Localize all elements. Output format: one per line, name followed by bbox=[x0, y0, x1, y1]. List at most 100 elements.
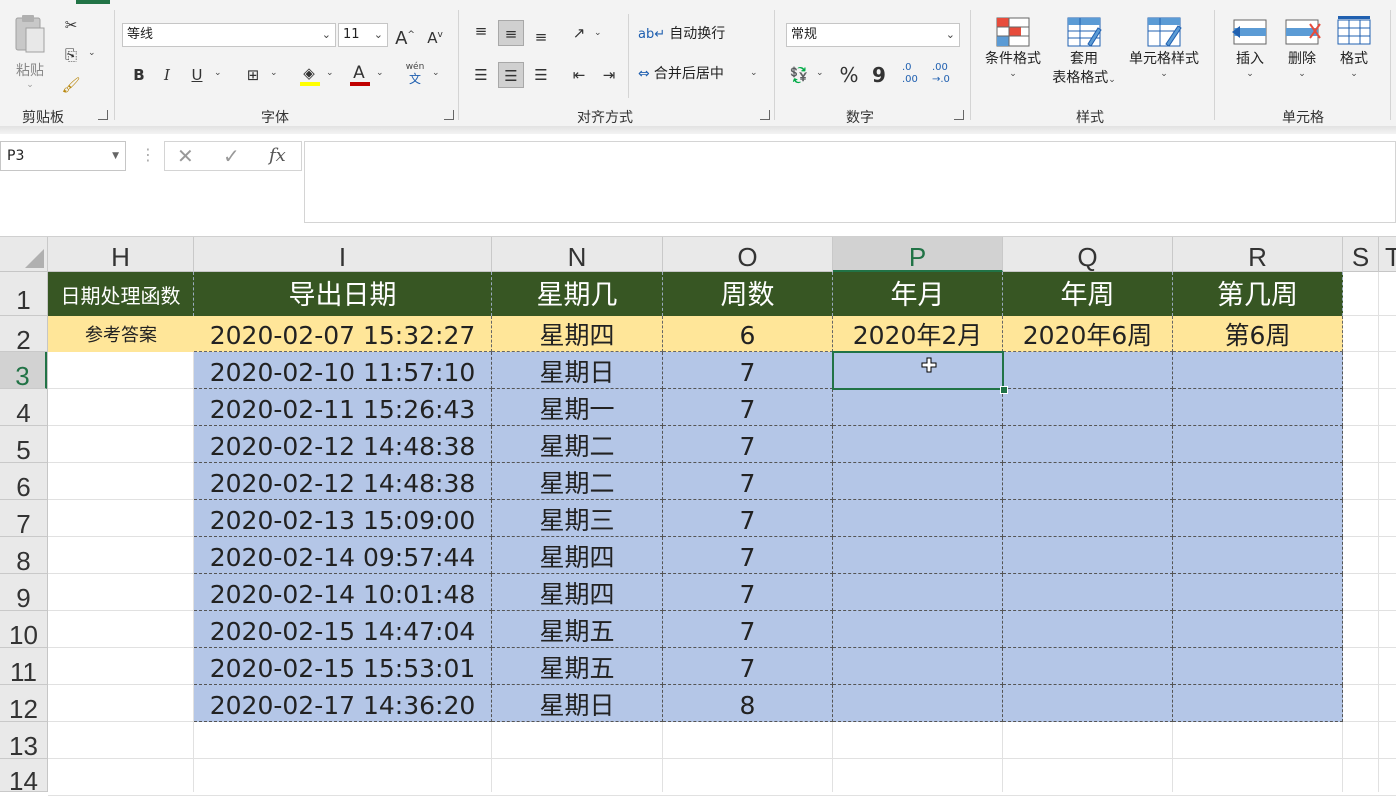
cell-N10[interactable]: 星期五 bbox=[492, 611, 663, 648]
formula-input[interactable] bbox=[304, 141, 1396, 223]
cell-I6[interactable]: 2020-02-12 14:48:38 bbox=[194, 463, 492, 500]
align-center-icon[interactable]: ☰ bbox=[498, 62, 524, 88]
number-launcher-icon[interactable] bbox=[954, 110, 964, 120]
row-header-6[interactable]: 6 bbox=[0, 463, 47, 502]
align-right-icon[interactable]: ☰ bbox=[528, 62, 554, 88]
cell-P5[interactable] bbox=[833, 426, 1003, 463]
cell-R11[interactable] bbox=[1173, 648, 1343, 685]
underline-dropdown-icon[interactable]: ⌄ bbox=[214, 68, 222, 78]
cell-Q3[interactable] bbox=[1003, 352, 1173, 389]
cell-Q9[interactable] bbox=[1003, 574, 1173, 611]
cell-I5[interactable]: 2020-02-12 14:48:38 bbox=[194, 426, 492, 463]
cell-R5[interactable] bbox=[1173, 426, 1343, 463]
cancel-icon[interactable]: ✕ bbox=[177, 144, 194, 168]
row-header-9[interactable]: 9 bbox=[0, 574, 47, 613]
row-header-3[interactable]: 3 bbox=[0, 352, 47, 391]
cell-P2[interactable]: 2020年2月 bbox=[833, 316, 1003, 352]
cell-P8[interactable] bbox=[833, 537, 1003, 574]
cell-N11[interactable]: 星期五 bbox=[492, 648, 663, 685]
column-header-P[interactable]: P bbox=[833, 237, 1003, 272]
row-header-2[interactable]: 2 bbox=[0, 316, 47, 355]
cell-H2[interactable]: 参考答案 bbox=[48, 316, 194, 352]
cell-R7[interactable] bbox=[1173, 500, 1343, 537]
cell-Q4[interactable] bbox=[1003, 389, 1173, 426]
row-header-1[interactable]: 1 bbox=[0, 272, 47, 316]
italic-button[interactable]: I bbox=[154, 62, 180, 88]
format-painter-icon[interactable]: 🖌 bbox=[58, 72, 84, 98]
row-header-13[interactable]: 13 bbox=[0, 722, 47, 761]
cell-R3[interactable] bbox=[1173, 352, 1343, 389]
enter-icon[interactable]: ✓ bbox=[223, 144, 240, 168]
cell-Q5[interactable] bbox=[1003, 426, 1173, 463]
cell-P9[interactable] bbox=[833, 574, 1003, 611]
cell-R8[interactable] bbox=[1173, 537, 1343, 574]
cell-R6[interactable] bbox=[1173, 463, 1343, 500]
fill-dropdown-icon[interactable]: ⌄ bbox=[326, 68, 334, 78]
column-header-Q[interactable]: Q bbox=[1003, 237, 1173, 272]
cell-O10[interactable]: 7 bbox=[663, 611, 833, 648]
name-box-dropdown-icon[interactable]: ▼ bbox=[112, 142, 119, 170]
cell-Q2[interactable]: 2020年6周 bbox=[1003, 316, 1173, 352]
cell-R2[interactable]: 第6周 bbox=[1173, 316, 1343, 352]
insert-button[interactable]: 插入 ⌄ bbox=[1226, 14, 1274, 79]
font-color-button[interactable]: A bbox=[346, 60, 372, 86]
cell-Q10[interactable] bbox=[1003, 611, 1173, 648]
cell-O3[interactable]: 7 bbox=[663, 352, 833, 389]
cell-O5[interactable]: 7 bbox=[663, 426, 833, 463]
cell-header-I1[interactable]: 导出日期 bbox=[194, 272, 492, 316]
cell-N5[interactable]: 星期二 bbox=[492, 426, 663, 463]
row-header-4[interactable]: 4 bbox=[0, 389, 47, 428]
column-header-H[interactable]: H bbox=[48, 237, 194, 272]
cell-I4[interactable]: 2020-02-11 15:26:43 bbox=[194, 389, 492, 426]
underline-button[interactable]: U bbox=[184, 62, 210, 88]
cell-P10[interactable] bbox=[833, 611, 1003, 648]
increase-indent-icon[interactable]: ⇥ bbox=[596, 62, 622, 88]
cell-I12[interactable]: 2020-02-17 14:36:20 bbox=[194, 685, 492, 722]
copy-icon[interactable]: ⎘ bbox=[58, 42, 84, 68]
decrease-decimal-button[interactable]: .00 →.0 bbox=[932, 62, 960, 86]
font-color-dropdown-icon[interactable]: ⌄ bbox=[376, 68, 384, 78]
row-header-12[interactable]: 12 bbox=[0, 685, 47, 724]
cell-N3[interactable]: 星期日 bbox=[492, 352, 663, 389]
cell-O8[interactable]: 7 bbox=[663, 537, 833, 574]
merge-center-button[interactable]: ⇔ 合并后居中 bbox=[638, 64, 724, 84]
cell-N4[interactable]: 星期一 bbox=[492, 389, 663, 426]
orientation-dropdown-icon[interactable]: ⌄ bbox=[594, 28, 602, 38]
cell-Q7[interactable] bbox=[1003, 500, 1173, 537]
percent-button[interactable]: % bbox=[836, 62, 862, 88]
comma-button[interactable]: 9 bbox=[866, 62, 892, 88]
active-cell-selection[interactable] bbox=[832, 351, 1004, 390]
name-box[interactable]: P3 ▼ bbox=[0, 141, 126, 171]
cell-P6[interactable] bbox=[833, 463, 1003, 500]
phonetic-dropdown-icon[interactable]: ⌄ bbox=[432, 68, 440, 78]
cell-O9[interactable]: 7 bbox=[663, 574, 833, 611]
cell-I9[interactable]: 2020-02-14 10:01:48 bbox=[194, 574, 492, 611]
wrap-text-button[interactable]: ab↵ 自动换行 bbox=[638, 24, 725, 44]
cell-O2[interactable]: 6 bbox=[663, 316, 833, 352]
cell-Q11[interactable] bbox=[1003, 648, 1173, 685]
cell-N2[interactable]: 星期四 bbox=[492, 316, 663, 352]
cell-grid[interactable]: 日期处理函数 导出日期 星期几 周数 年月 年周 第几周 参考答案 2020-02-07 15:… bbox=[48, 272, 1396, 796]
cell-N7[interactable]: 星期三 bbox=[492, 500, 663, 537]
fill-handle[interactable] bbox=[1000, 386, 1008, 394]
cell-O11[interactable]: 7 bbox=[663, 648, 833, 685]
alignment-launcher-icon[interactable] bbox=[760, 110, 770, 120]
select-all-corner[interactable] bbox=[0, 237, 48, 272]
column-header-I[interactable]: I bbox=[194, 237, 492, 272]
cell-header-N1[interactable]: 星期几 bbox=[492, 272, 663, 316]
cell-Q12[interactable] bbox=[1003, 685, 1173, 722]
merge-dropdown-icon[interactable]: ⌄ bbox=[750, 68, 758, 78]
cell-N12[interactable]: 星期日 bbox=[492, 685, 663, 722]
cell-I2[interactable]: 2020-02-07 15:32:27 bbox=[194, 316, 492, 352]
border-icon[interactable]: ⊞ bbox=[240, 62, 266, 88]
font-name-box[interactable]: 等线 ⌄ bbox=[122, 23, 336, 47]
row-header-8[interactable]: 8 bbox=[0, 537, 47, 576]
orientation-icon[interactable]: ↗ bbox=[566, 20, 592, 46]
cell-Q6[interactable] bbox=[1003, 463, 1173, 500]
cell-P12[interactable] bbox=[833, 685, 1003, 722]
row-header-5[interactable]: 5 bbox=[0, 426, 47, 465]
cell-R9[interactable] bbox=[1173, 574, 1343, 611]
grow-font-button[interactable]: A^ bbox=[392, 22, 418, 49]
font-size-box[interactable]: 11 ⌄ bbox=[338, 23, 388, 47]
clipboard-launcher-icon[interactable] bbox=[98, 110, 108, 120]
